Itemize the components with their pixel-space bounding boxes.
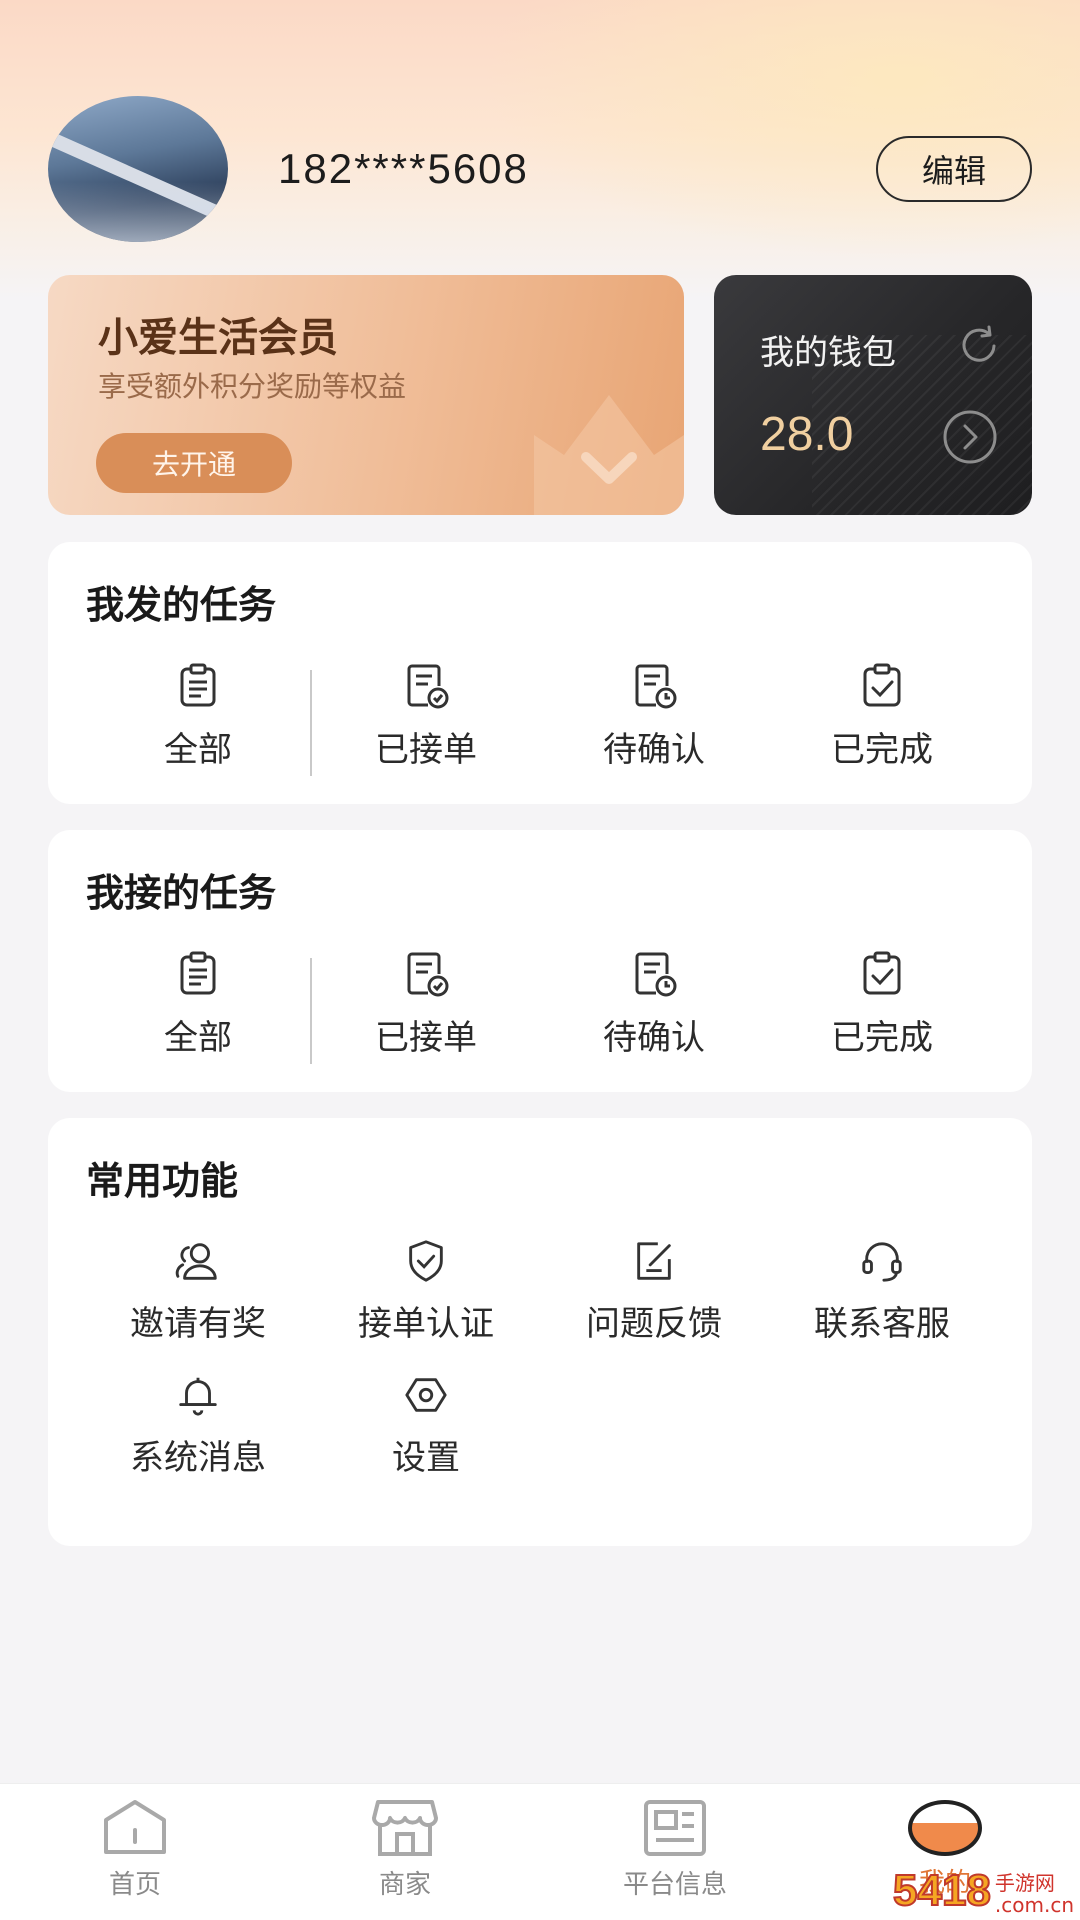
published-tasks-all[interactable]: 全部 (48, 662, 312, 772)
accepted-tasks-all[interactable]: 全部 (48, 950, 312, 1060)
doc-clock-icon (635, 664, 677, 709)
invite-reward-label: 邀请有奖 (130, 1304, 266, 1344)
published-tasks-accepted[interactable]: 已接单 (312, 662, 540, 772)
system-messages-item[interactable]: 系统消息 (48, 1372, 312, 1506)
feedback-item[interactable]: 问题反馈 (540, 1238, 768, 1372)
edit-icon (637, 1242, 671, 1280)
tab-merchant-label: 商家 (378, 1870, 431, 1900)
headset-icon (862, 1242, 902, 1282)
published-tasks-title: 我发的任务 (86, 583, 277, 627)
activate-membership-button[interactable]: 去开通 (96, 433, 292, 493)
order-certification-item[interactable]: 接单认证 (312, 1238, 540, 1372)
clipboard-check-icon (863, 951, 901, 995)
common-functions-title: 常用功能 (86, 1159, 239, 1203)
doc-check-icon (407, 664, 449, 709)
published-tasks-accepted-label: 已接单 (375, 730, 477, 770)
invite-reward-item[interactable]: 邀请有奖 (48, 1238, 312, 1372)
store-icon (372, 1800, 438, 1856)
refresh-icon[interactable] (956, 323, 1002, 369)
published-tasks-pending-label: 待确认 (603, 730, 705, 770)
accepted-tasks-card: 我接的任务 全部 已接单 待确认 已完成 (48, 830, 1032, 1092)
me-icon (908, 1800, 982, 1856)
feedback-label: 问题反馈 (586, 1304, 722, 1344)
avatar-mist (48, 182, 228, 242)
accepted-tasks-accepted-label: 已接单 (375, 1018, 477, 1058)
clipboard-list-icon (180, 951, 216, 995)
crown-decoration-icon (534, 395, 684, 515)
clipboard-check-icon (863, 663, 901, 707)
site-watermark-logo: 5418 手游网 .com.cn (892, 1856, 1074, 1917)
settings-label: 设置 (392, 1438, 460, 1478)
wallet-card[interactable]: 我的钱包 28.0 (714, 275, 1032, 515)
accepted-tasks-pending-label: 待确认 (603, 1018, 705, 1058)
wallet-title: 我的钱包 (760, 333, 896, 373)
users-icon (175, 1243, 217, 1280)
doc-check-icon (407, 952, 449, 997)
settings-item[interactable]: 设置 (312, 1372, 540, 1506)
doc-clock-icon (635, 952, 677, 997)
tab-platform-info-label: 平台信息 (622, 1870, 727, 1900)
accepted-tasks-title: 我接的任务 (86, 871, 277, 915)
accepted-tasks-pending[interactable]: 待确认 (540, 950, 768, 1060)
published-tasks-all-label: 全部 (164, 730, 232, 770)
clipboard-list-icon (180, 663, 216, 707)
tab-merchant[interactable]: 商家 (270, 1784, 540, 1920)
published-tasks-done-label: 已完成 (831, 730, 933, 770)
tab-home[interactable]: 首页 (0, 1784, 270, 1920)
accepted-tasks-all-label: 全部 (164, 1018, 232, 1058)
accepted-tasks-done[interactable]: 已完成 (768, 950, 996, 1060)
membership-title: 小爱生活会员 (98, 315, 338, 361)
customer-service-item[interactable]: 联系客服 (768, 1238, 996, 1372)
avatar[interactable] (48, 96, 228, 242)
home-icon (104, 1800, 166, 1854)
watermark-text: 手游网 .com.cn (994, 1871, 1074, 1917)
bottom-tab-bar: 首页 商家 平台信息 我的 5418 手游网 .com.cn (0, 1783, 1080, 1920)
profile-header: 182****5608 编辑 (48, 96, 1032, 242)
phone-number: 182****5608 (278, 145, 529, 192)
edit-profile-button[interactable]: 编辑 (876, 136, 1032, 202)
membership-subtitle: 享受额外积分奖励等权益 (98, 370, 407, 403)
bell-icon (179, 1377, 217, 1416)
system-messages-label: 系统消息 (130, 1438, 266, 1478)
accepted-tasks-accepted[interactable]: 已接单 (312, 950, 540, 1060)
published-tasks-pending[interactable]: 待确认 (540, 662, 768, 772)
tab-platform-info[interactable]: 平台信息 (540, 1784, 810, 1920)
chevron-right-icon[interactable] (942, 409, 998, 465)
membership-card[interactable]: 小爱生活会员 享受额外积分奖励等权益 去开通 (48, 275, 684, 515)
watermark-number: 5418 (892, 1865, 992, 1916)
accepted-tasks-done-label: 已完成 (831, 1018, 933, 1058)
customer-service-label: 联系客服 (814, 1304, 950, 1344)
common-functions-card: 常用功能 邀请有奖 接单认证 问题反馈 联系客服 系统消息 设置 (48, 1118, 1032, 1546)
news-icon (644, 1800, 706, 1856)
shield-check-icon (409, 1240, 443, 1282)
published-tasks-card: 我发的任务 全部 已接单 待确认 已完成 (48, 542, 1032, 804)
tab-home-label: 首页 (108, 1870, 161, 1900)
published-tasks-done[interactable]: 已完成 (768, 662, 996, 772)
order-certification-label: 接单认证 (358, 1304, 494, 1344)
settings-icon (405, 1378, 447, 1412)
wallet-balance: 28.0 (760, 408, 854, 461)
